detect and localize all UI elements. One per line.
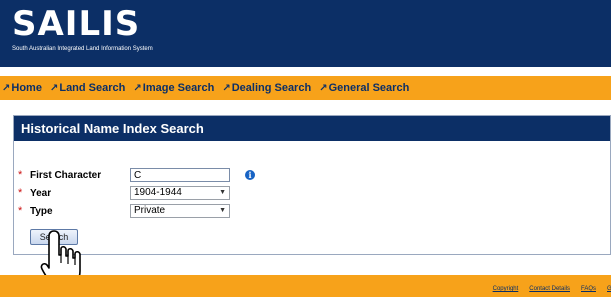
type-row: * Type Private ▼ bbox=[18, 203, 230, 219]
nav-general-search-label: General Search bbox=[328, 82, 410, 94]
footer-link-copyright[interactable]: Copyright bbox=[493, 286, 519, 292]
nav-general-search[interactable]: ↗ General Search bbox=[319, 82, 409, 94]
first-character-input[interactable] bbox=[130, 168, 230, 182]
sailis-logo: SAILIS bbox=[12, 4, 141, 44]
nav-home[interactable]: ↗ Home bbox=[2, 82, 42, 94]
footer-link-glossary[interactable]: Gl bbox=[607, 286, 611, 292]
footer-link-contact-details[interactable]: Contact Details bbox=[529, 286, 570, 292]
type-select[interactable]: Private ▼ bbox=[130, 204, 230, 218]
nav-image-search-label: Image Search bbox=[142, 82, 215, 94]
first-character-label: First Character bbox=[30, 169, 102, 181]
year-row: * Year 1904-1944 ▼ bbox=[18, 185, 230, 201]
required-marker: * bbox=[18, 187, 23, 199]
external-link-arrow-icon: ↗ bbox=[319, 82, 328, 94]
type-select-value: Private bbox=[134, 205, 166, 216]
nav-image-search[interactable]: ↗ Image Search bbox=[133, 82, 214, 94]
nav-land-search[interactable]: ↗ Land Search bbox=[50, 82, 125, 94]
external-link-arrow-icon: ↗ bbox=[133, 82, 142, 94]
chevron-down-icon: ▼ bbox=[219, 207, 226, 214]
nav-dealing-search[interactable]: ↗ Dealing Search bbox=[222, 82, 311, 94]
external-link-arrow-icon: ↗ bbox=[222, 82, 231, 94]
nav-land-search-label: Land Search bbox=[59, 82, 126, 94]
footer-links: Copyright Contact Details FAQs Gl bbox=[482, 286, 611, 292]
panel-title: Historical Name Index Search bbox=[14, 116, 610, 141]
logo-subtitle: South Australian Integrated Land Informa… bbox=[12, 46, 153, 52]
type-label: Type bbox=[30, 205, 53, 217]
nav-dealing-search-label: Dealing Search bbox=[231, 82, 312, 94]
info-icon[interactable]: i bbox=[245, 170, 255, 180]
nav-home-label: Home bbox=[11, 82, 42, 94]
main-nav: ↗ Home ↗ Land Search ↗ Image Search ↗ De… bbox=[0, 76, 611, 100]
external-link-arrow-icon: ↗ bbox=[49, 82, 59, 94]
footer-link-faqs[interactable]: FAQs bbox=[581, 286, 596, 292]
year-select[interactable]: 1904-1944 ▼ bbox=[130, 186, 230, 200]
site-header: SAILIS South Australian Integrated Land … bbox=[0, 0, 611, 67]
external-link-arrow-icon: ↗ bbox=[2, 82, 11, 94]
chevron-down-icon: ▼ bbox=[219, 189, 226, 196]
year-label: Year bbox=[30, 187, 52, 199]
year-select-value: 1904-1944 bbox=[134, 187, 182, 198]
first-character-row: * First Character bbox=[18, 167, 230, 183]
required-marker: * bbox=[18, 205, 23, 217]
required-marker: * bbox=[18, 169, 23, 181]
